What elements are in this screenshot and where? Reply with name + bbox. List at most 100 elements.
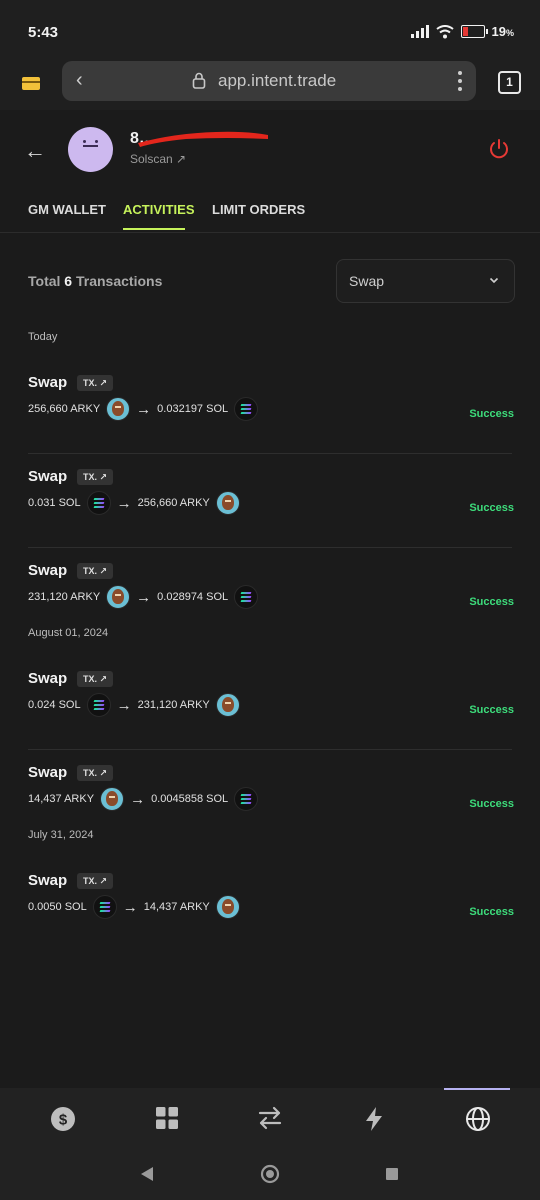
sol-token-icon: [86, 491, 111, 515]
wifi-icon: [435, 24, 454, 38]
tx-link-button[interactable]: TX. ↗: [77, 469, 114, 485]
tab-gm-wallet[interactable]: GM WALLET: [28, 202, 106, 217]
from-amount: 14,437 ARKY: [28, 793, 95, 805]
bottom-nav: $: [0, 1088, 540, 1150]
back-triangle-icon[interactable]: [140, 1166, 154, 1182]
right-arrow-icon: →: [136, 588, 152, 606]
tab-switcher-button[interactable]: 1: [498, 71, 521, 94]
tx-link-button[interactable]: TX. ↗: [77, 873, 114, 889]
swap-summary: 0.024 SOL → 231,120 ARKY: [28, 693, 240, 717]
status-bar: 5:43 19%: [0, 0, 540, 60]
system-navigation-bar: [0, 1150, 540, 1200]
solscan-link[interactable]: Solscan ↗: [130, 152, 186, 166]
tab-activities[interactable]: ACTIVITIES: [123, 202, 195, 217]
power-icon[interactable]: [488, 138, 510, 160]
grid-icon[interactable]: [155, 1106, 179, 1130]
tx-type: Swap: [28, 764, 68, 781]
url-text[interactable]: app.intent.trade: [218, 71, 336, 91]
tab-limit-orders[interactable]: LIMIT ORDERS: [212, 202, 305, 217]
filter-value: Swap: [349, 273, 385, 289]
sol-token-icon: [234, 787, 259, 811]
tx-type: Swap: [28, 562, 68, 579]
globe-icon[interactable]: [465, 1106, 491, 1132]
right-arrow-icon: →: [130, 790, 146, 808]
back-arrow-icon[interactable]: ←: [24, 138, 46, 164]
tab-bar: GM WALLET ACTIVITIES LIMIT ORDERS: [0, 200, 540, 233]
swap-summary: 231,120 ARKY → 0.028974 SOL: [28, 585, 259, 609]
status-badge: Success: [469, 408, 514, 420]
tx-link-button[interactable]: TX. ↗: [77, 671, 114, 687]
arky-token-icon: [215, 693, 240, 717]
tx-link-button[interactable]: TX. ↗: [77, 563, 114, 579]
redaction-mark: [138, 131, 268, 147]
sol-token-icon: [234, 397, 259, 421]
svg-text:$: $: [59, 1112, 68, 1129]
signal-icon: [410, 25, 429, 38]
lock-icon: [192, 72, 206, 89]
sol-token-icon: [86, 693, 111, 717]
swap-summary: 14,437 ARKY → 0.0045858 SOL: [28, 787, 259, 811]
wallet-extension-icon[interactable]: [22, 77, 40, 90]
app-content: ← 8… Solscan ↗ GM WALLET ACTIVITIES LIMI…: [0, 110, 540, 1038]
status-badge: Success: [469, 704, 514, 716]
lightning-icon[interactable]: [364, 1106, 384, 1132]
transaction-count: Total 6 Transactions: [28, 273, 163, 289]
status-badge: Success: [469, 798, 514, 810]
external-link-icon: ↗: [176, 152, 187, 166]
sol-token-icon: [234, 585, 259, 609]
avatar: [68, 127, 113, 172]
date-header: July 31, 2024: [28, 829, 94, 841]
home-circle-icon[interactable]: [260, 1164, 280, 1184]
right-arrow-icon: →: [116, 696, 132, 714]
more-menu-icon[interactable]: [458, 71, 462, 95]
date-header: Today: [28, 331, 58, 343]
arky-token-icon: [100, 787, 125, 811]
to-amount: 0.028974 SOL: [157, 591, 229, 603]
status-icons: 19%: [410, 24, 514, 39]
chevron-down-icon: [489, 277, 499, 284]
dollar-icon[interactable]: $: [50, 1106, 76, 1132]
browser-toolbar: ‹ app.intent.trade 1: [0, 60, 540, 110]
from-amount: 0.0050 SOL: [28, 901, 87, 913]
right-arrow-icon: →: [136, 400, 152, 418]
battery-icon: [460, 25, 488, 38]
transaction-row: Swap TX. ↗ 0.0050 SOL → 14,437 ARKY Succ…: [0, 858, 540, 952]
right-arrow-icon: →: [122, 898, 138, 916]
status-badge: Success: [469, 596, 514, 608]
arky-token-icon: [106, 397, 131, 421]
to-amount: 0.0045858 SOL: [151, 793, 229, 805]
from-amount: 0.024 SOL: [28, 699, 81, 711]
address-bar[interactable]: ‹ app.intent.trade: [62, 61, 476, 101]
to-amount: 231,120 ARKY: [137, 699, 210, 711]
tx-link-button[interactable]: TX. ↗: [77, 765, 114, 781]
swap-summary: 256,660 ARKY → 0.032197 SOL: [28, 397, 259, 421]
recents-square-icon[interactable]: [385, 1167, 399, 1181]
active-tab-indicator: [123, 228, 185, 230]
right-arrow-icon: →: [116, 494, 132, 512]
sol-token-icon: [92, 895, 117, 919]
transaction-row: Swap TX. ↗ 0.031 SOL → 256,660 ARKY Succ…: [0, 454, 540, 548]
from-amount: 0.031 SOL: [28, 497, 81, 509]
type-filter-select[interactable]: Swap: [336, 259, 515, 303]
to-amount: 0.032197 SOL: [157, 403, 229, 415]
back-chevron-icon[interactable]: ‹: [76, 69, 83, 92]
to-amount: 14,437 ARKY: [143, 901, 210, 913]
tx-type: Swap: [28, 872, 68, 889]
arky-token-icon: [215, 895, 240, 919]
tx-link-button[interactable]: TX. ↗: [77, 375, 114, 391]
status-badge: Success: [469, 906, 514, 918]
status-badge: Success: [469, 502, 514, 514]
swap-arrows-icon[interactable]: [257, 1106, 283, 1130]
tx-type: Swap: [28, 468, 68, 485]
to-amount: 256,660 ARKY: [137, 497, 210, 509]
from-amount: 256,660 ARKY: [28, 403, 101, 415]
status-time: 5:43: [28, 24, 59, 41]
swap-summary: 0.0050 SOL → 14,437 ARKY: [28, 895, 240, 919]
tx-type: Swap: [28, 670, 68, 687]
from-amount: 231,120 ARKY: [28, 591, 101, 603]
arky-token-icon: [106, 585, 131, 609]
arky-token-icon: [215, 491, 240, 515]
tx-type: Swap: [28, 374, 68, 391]
date-header: August 01, 2024: [28, 627, 109, 639]
swap-summary: 0.031 SOL → 256,660 ARKY: [28, 491, 240, 515]
